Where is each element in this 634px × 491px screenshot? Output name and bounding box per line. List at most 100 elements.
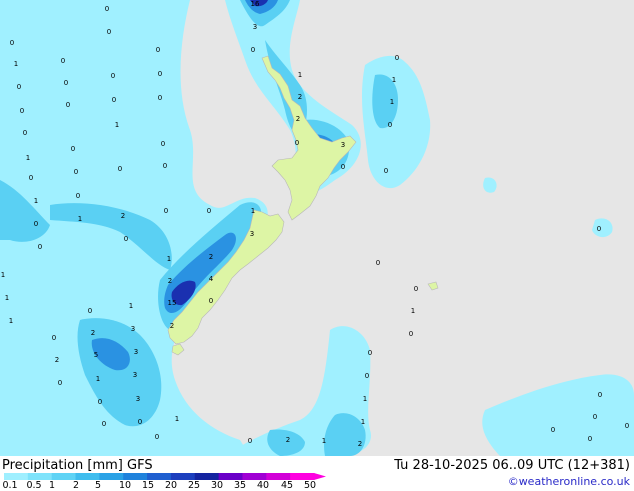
precip-value-label: 2 xyxy=(170,322,174,330)
precip-value-label: 0 xyxy=(88,307,92,315)
legend-arrow xyxy=(314,473,326,480)
precip-value-label: 0 xyxy=(368,349,372,357)
precip-value-label: 0 xyxy=(111,72,115,80)
precip-value-label: 2 xyxy=(121,212,125,220)
precip-value-label: 1 xyxy=(96,375,100,383)
precip-value-label: 0 xyxy=(388,121,392,129)
precip-value-label: 0 xyxy=(414,285,418,293)
precip-value-label: 0 xyxy=(588,435,592,443)
precip-value-label: 0 xyxy=(156,46,160,54)
precip-value-label: 3 xyxy=(131,325,135,333)
precip-value-label: 0 xyxy=(409,330,413,338)
precip-value-label: 1 xyxy=(175,415,179,423)
precip-value-label: 0 xyxy=(551,426,555,434)
legend-tick-label: 10 xyxy=(118,480,132,491)
precip-value-label: 0 xyxy=(23,129,27,137)
precip-value-label: 3 xyxy=(136,395,140,403)
credit-link[interactable]: ©weatheronline.co.uk xyxy=(508,475,630,488)
precip-value-label: 1 xyxy=(1,271,5,279)
precip-value-label: 1 xyxy=(5,294,9,302)
legend-tick-label: 15 xyxy=(141,480,155,491)
legend-ticks: 0.1 0.5 1 2 5 10 15 20 25 30 35 40 45 50 xyxy=(0,480,340,491)
precip-value-label: 1 xyxy=(167,255,171,263)
precip-value-label: 1 xyxy=(34,197,38,205)
precip-value-label: 4 xyxy=(209,275,214,283)
legend-tick-label: 45 xyxy=(280,480,294,491)
precip-value-label: 0 xyxy=(52,334,56,342)
precip-value-label: 0 xyxy=(597,225,601,233)
precip-value-label: 0 xyxy=(164,207,168,215)
precip-value-label: 0 xyxy=(61,57,65,65)
precip-value-label: 0 xyxy=(112,96,116,104)
legend-swatch xyxy=(4,473,29,480)
precip-value-label: 0 xyxy=(593,413,597,421)
precip-value-label: 15 xyxy=(168,299,177,307)
legend-tick-label: 20 xyxy=(164,480,178,491)
precip-value-label: 0 xyxy=(20,107,24,115)
precip-value-label: 2 xyxy=(168,277,172,285)
precip-value-label: 0 xyxy=(209,297,213,305)
precip-value-label: 1 xyxy=(115,121,119,129)
precip-value-label: 0 xyxy=(124,235,128,243)
legend-tick-label: 40 xyxy=(256,480,270,491)
precip-value-label: 0 xyxy=(58,379,62,387)
precip-value-label: 0 xyxy=(74,168,78,176)
precip-value-label: 0 xyxy=(98,398,102,406)
precip-value-label: 0 xyxy=(34,220,38,228)
legend-swatch xyxy=(290,473,315,480)
legend-swatch xyxy=(75,473,100,480)
precip-value-label: 0 xyxy=(158,70,162,78)
precip-value-label: 2 xyxy=(91,329,95,337)
legend-tick-label: 5 xyxy=(94,480,102,491)
precip-value-label: 1 xyxy=(411,307,415,315)
precip-value-label: 0 xyxy=(138,418,142,426)
precip-value-label: 3 xyxy=(341,141,345,149)
precip-value-label: 0 xyxy=(118,165,122,173)
precip-value-label: 1 xyxy=(298,71,302,79)
precip-value-label: 0 xyxy=(76,192,80,200)
precipitation-map: 0 0 0 0 1 0 0 0 0 0 0 0 0 0 1 0 0 0 1 0 0 0 0 0 1 1 2 0 0 0 0 1 1 1 0 1 2 3 0 2… xyxy=(0,0,634,456)
precip-value-label: 0 xyxy=(598,391,602,399)
legend-swatch xyxy=(194,473,220,480)
precip-value-label: 0 xyxy=(251,46,255,54)
map-canvas: 0 0 0 0 1 0 0 0 0 0 0 0 0 0 1 0 0 0 1 0 0 0 0 0 1 1 2 0 0 0 0 1 1 1 0 1 2 3 0 2… xyxy=(0,0,634,456)
legend-tick-label: 1 xyxy=(48,480,56,491)
legend-swatch xyxy=(99,473,124,480)
precip-value-label: 0 xyxy=(163,162,167,170)
legend-swatch xyxy=(170,473,196,480)
precip-value-label: 1 xyxy=(129,302,133,310)
precip-value-label: 0 xyxy=(365,372,369,380)
precip-value-label: 0 xyxy=(625,422,629,430)
legend-swatch xyxy=(147,473,172,480)
precip-value-label: 3 xyxy=(133,371,137,379)
precip-value-label: 0 xyxy=(10,39,14,47)
precip-value-label: 0 xyxy=(105,5,109,13)
precip-value-label: 0 xyxy=(395,54,399,62)
precip-value-label: 1 xyxy=(26,154,30,162)
precip-value-label: 0 xyxy=(107,28,111,36)
precip-value-label: 1 xyxy=(251,207,255,215)
legend-tick-label: 30 xyxy=(210,480,224,491)
precip-value-label: 1 xyxy=(78,215,82,223)
legend-tick-label: 50 xyxy=(303,480,317,491)
legend-tick-label: 35 xyxy=(233,480,247,491)
precip-value-label: 0 xyxy=(341,163,345,171)
legend-swatch xyxy=(27,473,53,480)
precip-value-label: 0 xyxy=(29,174,33,182)
precip-value-label: 2 xyxy=(209,253,213,261)
precip-value-label: 0 xyxy=(158,94,162,102)
precip-value-label: 2 xyxy=(296,115,300,123)
precip-value-label: 0 xyxy=(248,437,252,445)
precip-value-label: 0 xyxy=(155,433,159,441)
precip-value-label: 1 xyxy=(363,395,367,403)
precip-value-label: 0 xyxy=(384,167,388,175)
precip-value-label: 0 xyxy=(295,139,299,147)
precip-value-label: 1 xyxy=(390,98,394,106)
precip-value-label: 1 xyxy=(392,76,396,84)
legend-swatch xyxy=(218,473,243,480)
precip-value-label: 1 xyxy=(9,317,13,325)
precip-value-label: 3 xyxy=(250,230,254,238)
precip-value-label: 16 xyxy=(251,0,260,8)
precip-value-label: 3 xyxy=(134,348,138,356)
legend-tick-label: 0.5 xyxy=(26,480,42,491)
